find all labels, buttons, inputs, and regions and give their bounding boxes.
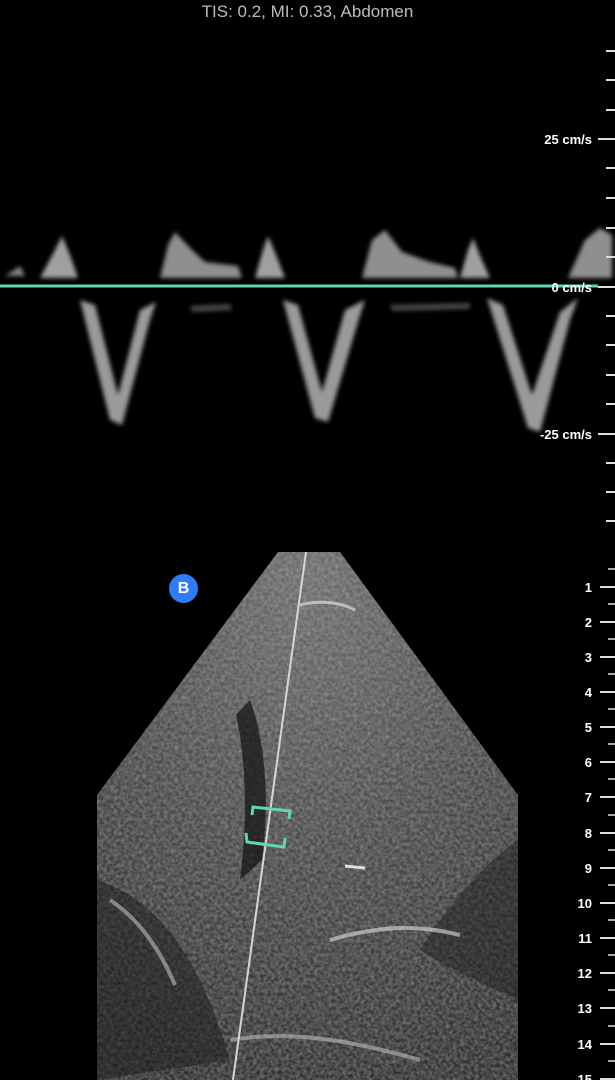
depth-label-7: 7 [585, 790, 592, 805]
depth-label-8: 8 [585, 826, 592, 841]
depth-label-6: 6 [585, 755, 592, 770]
depth-label-3: 3 [585, 650, 592, 665]
depth-label-13: 13 [578, 1001, 592, 1016]
velocity-scale [598, 50, 615, 522]
depth-label-5: 5 [585, 720, 592, 735]
depth-label-11: 11 [578, 931, 592, 946]
velocity-label-neg25: -25 cm/s [540, 427, 592, 442]
doppler-waveform [5, 228, 612, 432]
depth-label-2: 2 [585, 615, 592, 630]
velocity-label-0: 0 cm/s [552, 280, 592, 295]
depth-label-1: 1 [585, 580, 592, 595]
depth-label-10: 10 [578, 896, 592, 911]
depth-label-14: 14 [578, 1037, 593, 1052]
header-title: TIS: 0.2, MI: 0.33, Abdomen [201, 2, 414, 21]
ultrasound-sector-image [97, 552, 518, 1080]
depth-label-12: 12 [578, 966, 592, 981]
velocity-label-25: 25 cm/s [544, 132, 592, 147]
depth-scale [600, 586, 615, 1080]
b-mode-badge[interactable]: B [169, 574, 198, 603]
depth-label-9: 9 [585, 861, 592, 876]
depth-label-15: 15 [578, 1072, 592, 1080]
spectral-doppler-panel: 25 cm/s 0 cm/s -25 cm/s [0, 50, 615, 522]
b-mode-image-panel[interactable]: 1 2 3 4 5 6 7 8 9 10 11 12 13 14 15 [0, 545, 615, 1080]
depth-label-4: 4 [585, 685, 593, 700]
